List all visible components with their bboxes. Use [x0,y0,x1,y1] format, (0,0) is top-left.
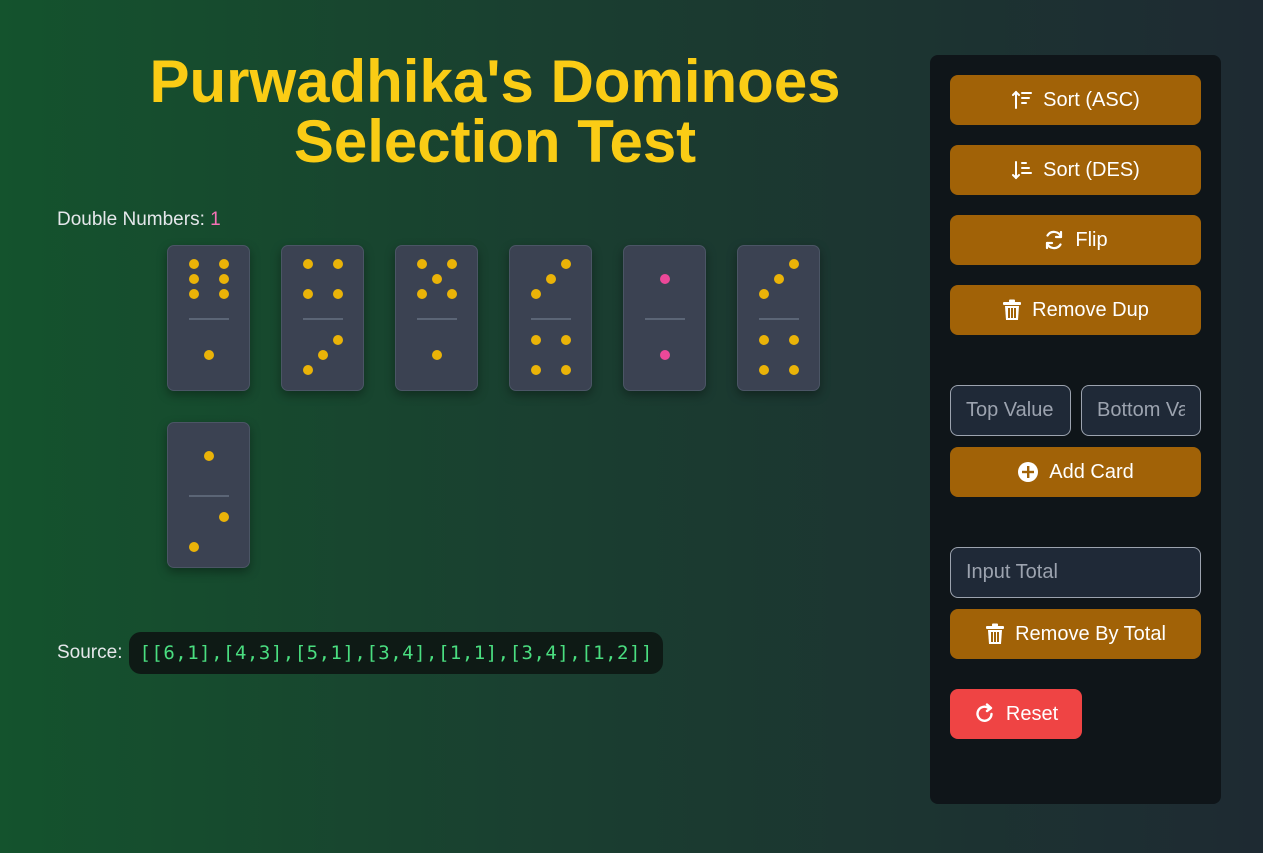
double-numbers-label: Double Numbers: [57,209,205,230]
domino-pip [333,289,343,299]
domino-pip [417,259,427,269]
domino-pip [189,274,199,284]
refresh-icon [1043,229,1065,251]
domino-pip [660,350,670,360]
add-card-button[interactable]: Add Card [950,447,1201,497]
domino-pip [219,274,229,284]
domino-top-half [168,423,249,495]
domino-pip [789,365,799,375]
source-label: Source: [57,642,123,663]
remove-by-total-button[interactable]: Remove By Total [950,609,1201,659]
rotate-icon [974,703,996,725]
flip-label: Flip [1075,228,1108,251]
domino-pip [219,512,229,522]
domino-bottom-half [168,318,249,390]
domino-pip [561,259,571,269]
reset-button[interactable]: Reset [950,689,1082,739]
domino-card[interactable] [623,245,706,391]
domino-pip [219,259,229,269]
domino-pip [432,274,442,284]
domino-top-half [510,246,591,318]
bottom-value-input[interactable] [1081,385,1201,436]
domino-pip [447,259,457,269]
domino-pip [333,259,343,269]
domino-pip [189,259,199,269]
domino-top-half [738,246,819,318]
trash-icon [985,623,1005,645]
remove-dup-button[interactable]: Remove Dup [950,285,1201,335]
control-panel: Sort (ASC) Sort (DES) Flip Remove Dup To… [930,55,1221,804]
domino-bottom-half [624,318,705,390]
source: Source: [[6,1],[4,3],[5,1],[3,4],[1,1],[… [57,632,663,674]
sort-asc-label: Sort (ASC) [1043,88,1140,111]
domino-top-half [282,246,363,318]
domino-pip [546,274,556,284]
flip-button[interactable]: Flip [950,215,1201,265]
input-total-field[interactable] [950,547,1201,598]
sort-asc-button[interactable]: Sort (ASC) [950,75,1201,125]
domino-card[interactable] [167,422,250,568]
domino-pip [303,289,313,299]
remove-by-total-label: Remove By Total [1015,622,1166,645]
domino-pip [189,542,199,552]
domino-pip [759,289,769,299]
domino-pip [561,365,571,375]
domino-bottom-half [510,318,591,390]
domino-top-half [168,246,249,318]
trash-icon [1002,299,1022,321]
double-numbers: Double Numbers: 1 [57,209,221,231]
domino-card[interactable] [395,245,478,391]
domino-pip [219,289,229,299]
remove-dup-label: Remove Dup [1032,298,1149,321]
domino-pip [318,350,328,360]
domino-pip [561,335,571,345]
page-title: Purwadhika's Dominoes Selection Test [149,48,841,175]
plus-circle-icon [1017,461,1039,483]
domino-card[interactable] [509,245,592,391]
domino-pip [333,335,343,345]
domino-top-half [396,246,477,318]
domino-top-half [624,246,705,318]
domino-pip [189,289,199,299]
domino-card[interactable] [737,245,820,391]
domino-pip [789,335,799,345]
domino-pip [432,350,442,360]
domino-bottom-half [396,318,477,390]
top-value-input[interactable] [950,385,1071,436]
sort-ascending-icon [1011,89,1033,111]
domino-card[interactable] [281,245,364,391]
domino-pip [531,365,541,375]
domino-pip [447,289,457,299]
sort-des-button[interactable]: Sort (DES) [950,145,1201,195]
source-value: [[6,1],[4,3],[5,1],[3,4],[1,1],[3,4],[1,… [129,632,663,674]
domino-pip [759,335,769,345]
domino-card[interactable] [167,245,250,391]
domino-pip [759,365,769,375]
domino-pip [789,259,799,269]
reset-label: Reset [1005,702,1059,725]
domino-bottom-half [738,318,819,390]
sort-des-label: Sort (DES) [1043,158,1140,181]
domino-pip [531,289,541,299]
double-numbers-count: 1 [210,209,221,230]
domino-pip [204,350,214,360]
add-card-label: Add Card [1049,460,1134,483]
domino-bottom-half [168,495,249,567]
domino-pip [774,274,784,284]
domino-bottom-half [282,318,363,390]
sort-descending-icon [1011,159,1033,181]
domino-pip [303,259,313,269]
domino-pip [204,451,214,461]
domino-pip [531,335,541,345]
domino-pip [660,274,670,284]
domino-pip [417,289,427,299]
domino-pip [303,365,313,375]
